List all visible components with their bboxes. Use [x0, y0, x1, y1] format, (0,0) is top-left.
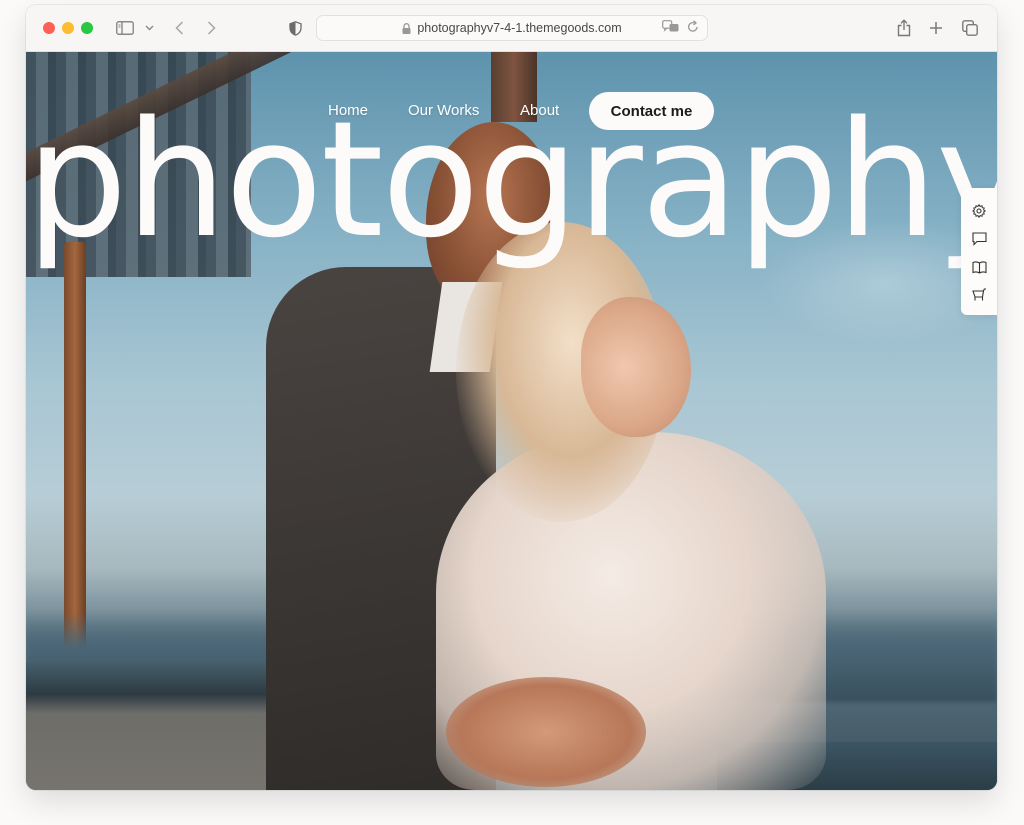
ledge-graphic: [26, 662, 306, 790]
lock-icon: [402, 22, 411, 34]
nav-home-link[interactable]: Home: [328, 102, 368, 119]
side-tools-panel: [961, 188, 997, 315]
chat-icon[interactable]: [970, 230, 988, 248]
browser-window: photographyv7-4-1.themegoods.com photogr…: [26, 5, 997, 790]
shield-icon[interactable]: [286, 17, 304, 39]
chevron-down-icon[interactable]: [142, 17, 156, 39]
tab-overview-icon[interactable]: [961, 17, 979, 39]
sidebar-toggle-icon[interactable]: [114, 17, 136, 39]
hands: [446, 677, 646, 787]
woman-face: [581, 297, 691, 437]
web-page: photography Home Our Works About Contact…: [26, 52, 997, 790]
address-bar[interactable]: photographyv7-4-1.themegoods.com: [316, 15, 708, 41]
reload-icon[interactable]: [687, 20, 699, 36]
gear-icon[interactable]: [970, 202, 988, 220]
nav-our-works-link[interactable]: Our Works: [408, 102, 479, 119]
plus-icon[interactable]: [927, 17, 945, 39]
zoom-window-button[interactable]: [81, 22, 93, 34]
browser-toolbar: photographyv7-4-1.themegoods.com: [26, 5, 997, 52]
close-window-button[interactable]: [43, 22, 55, 34]
main-nav: Home Our Works About Contact me: [26, 92, 997, 130]
pole-graphic: [64, 242, 86, 662]
contact-me-button[interactable]: Contact me: [589, 92, 714, 130]
share-icon[interactable]: [895, 17, 913, 39]
chevron-left-icon[interactable]: [171, 17, 187, 39]
cart-icon[interactable]: [970, 286, 988, 304]
translate-icon[interactable]: [662, 20, 679, 36]
chevron-right-icon[interactable]: [203, 17, 219, 39]
book-icon[interactable]: [970, 258, 988, 276]
nav-about-link[interactable]: About: [520, 102, 559, 119]
url-text: photographyv7-4-1.themegoods.com: [417, 21, 622, 35]
minimize-window-button[interactable]: [62, 22, 74, 34]
